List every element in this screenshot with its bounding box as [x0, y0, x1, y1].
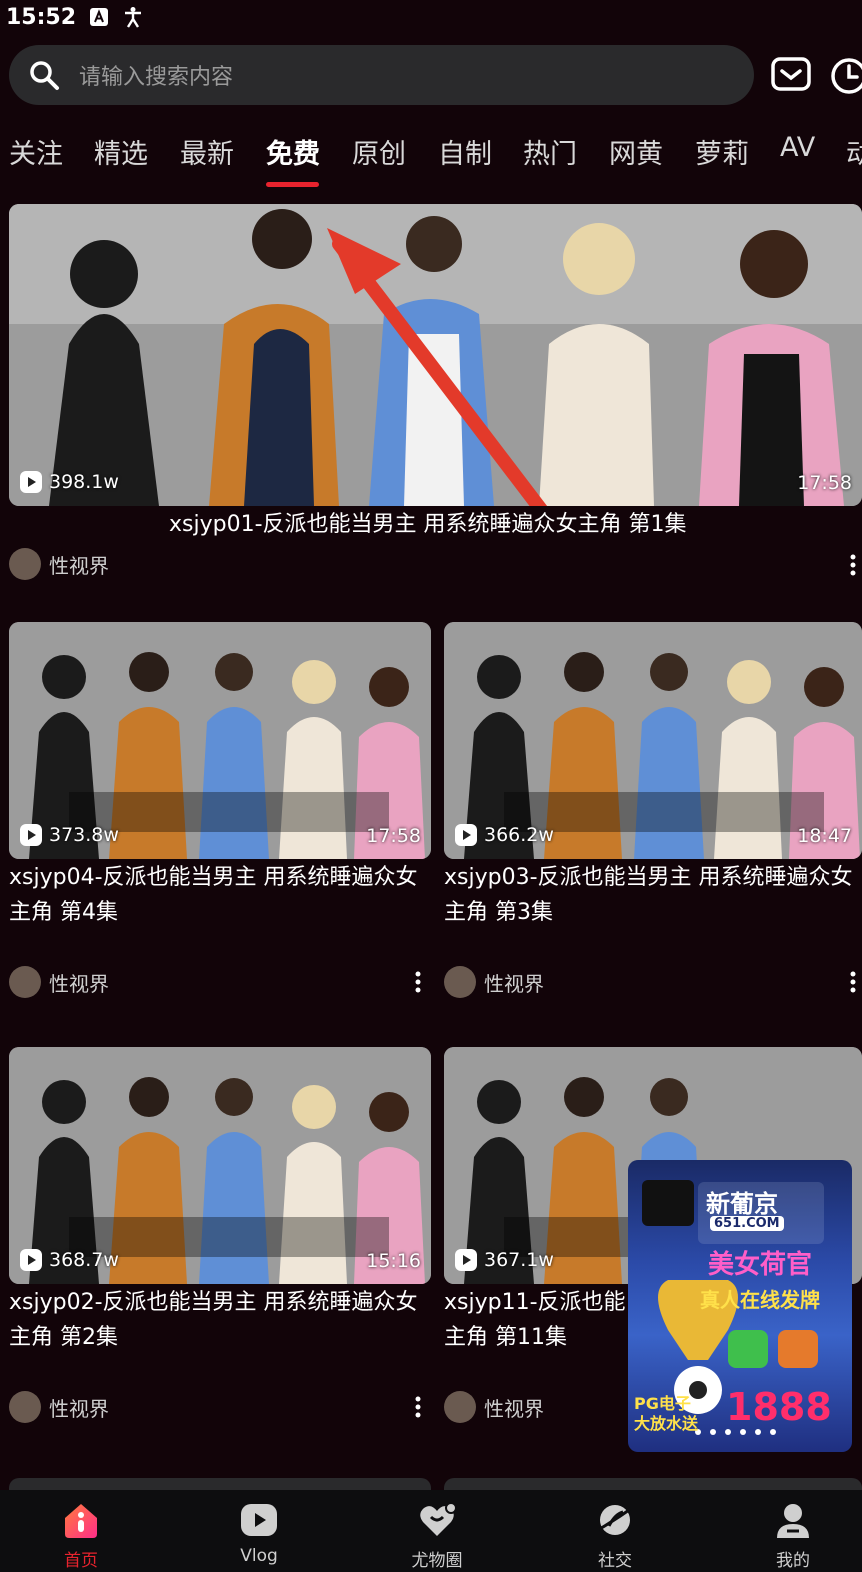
vlog-play-icon [241, 1504, 277, 1536]
tab-guanzhu[interactable]: 关注 [9, 132, 63, 171]
featured-video-title[interactable]: xsjyp01-反派也能当男主 用系统睡遍众女主角 第1集 [169, 507, 859, 542]
video-thumbnail[interactable]: 366.2w 18:47 [444, 622, 862, 859]
author-name: 性视界 [484, 971, 544, 996]
ad-line2: 真人在线发牌 [700, 1288, 820, 1312]
featured-video-thumbnail[interactable]: 398.1w 17:58 [9, 204, 862, 506]
avatar [9, 1391, 41, 1423]
duration: 18:47 [797, 825, 852, 847]
view-count: 366.2w [454, 823, 554, 847]
status-time: 15:52 [6, 4, 77, 30]
tab-zuixin[interactable]: 最新 [180, 132, 234, 171]
more-options-icon[interactable] [848, 553, 858, 577]
search-row: 请输入搜索内容 [9, 45, 862, 105]
status-bar: 15:52 [0, 0, 862, 34]
nav-youwuquan[interactable]: 尤物圈 [377, 1500, 497, 1571]
author-name: 性视界 [49, 971, 109, 996]
nav-label: 我的 [776, 1551, 810, 1571]
duration: 17:58 [797, 472, 852, 494]
tab-mianfei[interactable]: 免费 [266, 132, 320, 171]
more-options-icon[interactable] [848, 970, 858, 994]
nav-social[interactable]: 社交 [555, 1500, 675, 1571]
search-icon [30, 61, 59, 90]
nav-home[interactable]: 首页 [21, 1500, 141, 1571]
message-box-icon[interactable] [771, 56, 811, 92]
more-options-icon[interactable] [413, 1395, 423, 1419]
tab-luoli[interactable]: 萝莉 [695, 132, 749, 171]
nav-label: Vlog [240, 1546, 278, 1566]
video-author[interactable]: 性视界 [444, 966, 544, 998]
video-title[interactable]: xsjyp04-反派也能当男主 用系统睡遍众女主角 第4集 [9, 860, 429, 930]
view-count-text: 367.1w [484, 1249, 554, 1271]
search-input[interactable]: 请输入搜索内容 [9, 45, 754, 105]
video-author[interactable]: 性视界 [444, 1391, 544, 1423]
active-tab-indicator [266, 182, 319, 187]
home-icon [65, 1504, 97, 1538]
video-author[interactable]: 性视界 [9, 1391, 109, 1423]
tab-jingxuan[interactable]: 精选 [94, 132, 148, 171]
view-count-text: 366.2w [484, 824, 554, 846]
view-count: 398.1w [19, 470, 119, 494]
avatar [444, 1391, 476, 1423]
view-count: 367.1w [454, 1248, 554, 1272]
avatar [9, 548, 41, 580]
video-title[interactable]: xsjyp02-反派也能当男主 用系统睡遍众女主角 第2集 [9, 1285, 429, 1355]
ad-brand: 新葡京 [706, 1190, 778, 1218]
nav-label: 社交 [598, 1551, 632, 1571]
featured-author[interactable]: 性视界 [9, 548, 109, 580]
floating-ad-banner[interactable]: 新葡京 651.COM 美女荷官 真人在线发牌 PG电子 大放水送 1888 [628, 1160, 852, 1452]
nav-label: 尤物圈 [411, 1551, 463, 1571]
tab-zizhi[interactable]: 自制 [438, 132, 492, 171]
profile-icon [777, 1504, 809, 1538]
nav-mine[interactable]: 我的 [733, 1500, 853, 1571]
video-author[interactable]: 性视界 [9, 966, 109, 998]
view-count: 373.8w [19, 823, 119, 847]
ad-line1: 美女荷官 [708, 1250, 813, 1280]
thumbnail-image [9, 204, 862, 506]
play-icon [20, 1249, 42, 1271]
avatar [444, 966, 476, 998]
author-name: 性视界 [49, 1396, 109, 1421]
author-name: 性视界 [484, 1396, 544, 1421]
category-tabs: 关注 精选 最新 免费 原创 自制 热门 网黄 萝莉 AV 动 [0, 122, 862, 192]
play-icon [455, 1249, 477, 1271]
nav-label: 首页 [64, 1551, 98, 1571]
view-count-text: 373.8w [49, 824, 119, 846]
bottom-navigation: 首页 Vlog 尤物圈 社交 我的 [0, 1490, 862, 1572]
keyboard-a-icon [88, 6, 110, 28]
tab-dong[interactable]: 动 [846, 132, 862, 171]
planet-icon [597, 1505, 633, 1535]
tab-wanghuang[interactable]: 网黄 [609, 132, 663, 171]
video-thumbnail[interactable]: 373.8w 17:58 [9, 622, 431, 859]
heart-circle-icon [420, 1502, 457, 1536]
tab-av[interactable]: AV [780, 132, 815, 163]
avatar [9, 966, 41, 998]
ad-domain: 651.COM [710, 1216, 784, 1231]
tab-yuanchuang[interactable]: 原创 [352, 132, 406, 171]
duration: 17:58 [366, 825, 421, 847]
play-icon [20, 824, 42, 846]
more-options-icon[interactable] [413, 970, 423, 994]
view-count-text: 368.7w [49, 1249, 119, 1271]
clock-history-icon[interactable] [827, 56, 862, 96]
duration: 15:16 [366, 1250, 421, 1272]
ad-amount: 1888 [726, 1385, 832, 1429]
play-icon [20, 471, 42, 493]
view-count: 368.7w [19, 1248, 119, 1272]
video-title[interactable]: xsjyp03-反派也能当男主 用系统睡遍众女主角 第3集 [444, 860, 862, 930]
search-placeholder: 请输入搜索内容 [79, 65, 234, 90]
tab-remen[interactable]: 热门 [523, 132, 577, 171]
author-name: 性视界 [49, 553, 109, 578]
accessibility-icon [122, 6, 144, 28]
play-icon [455, 824, 477, 846]
ad-line4: 大放水送 [634, 1414, 699, 1433]
nav-vlog[interactable]: Vlog [199, 1500, 319, 1566]
video-thumbnail[interactable]: 368.7w 15:16 [9, 1047, 431, 1284]
view-count-text: 398.1w [49, 471, 119, 493]
